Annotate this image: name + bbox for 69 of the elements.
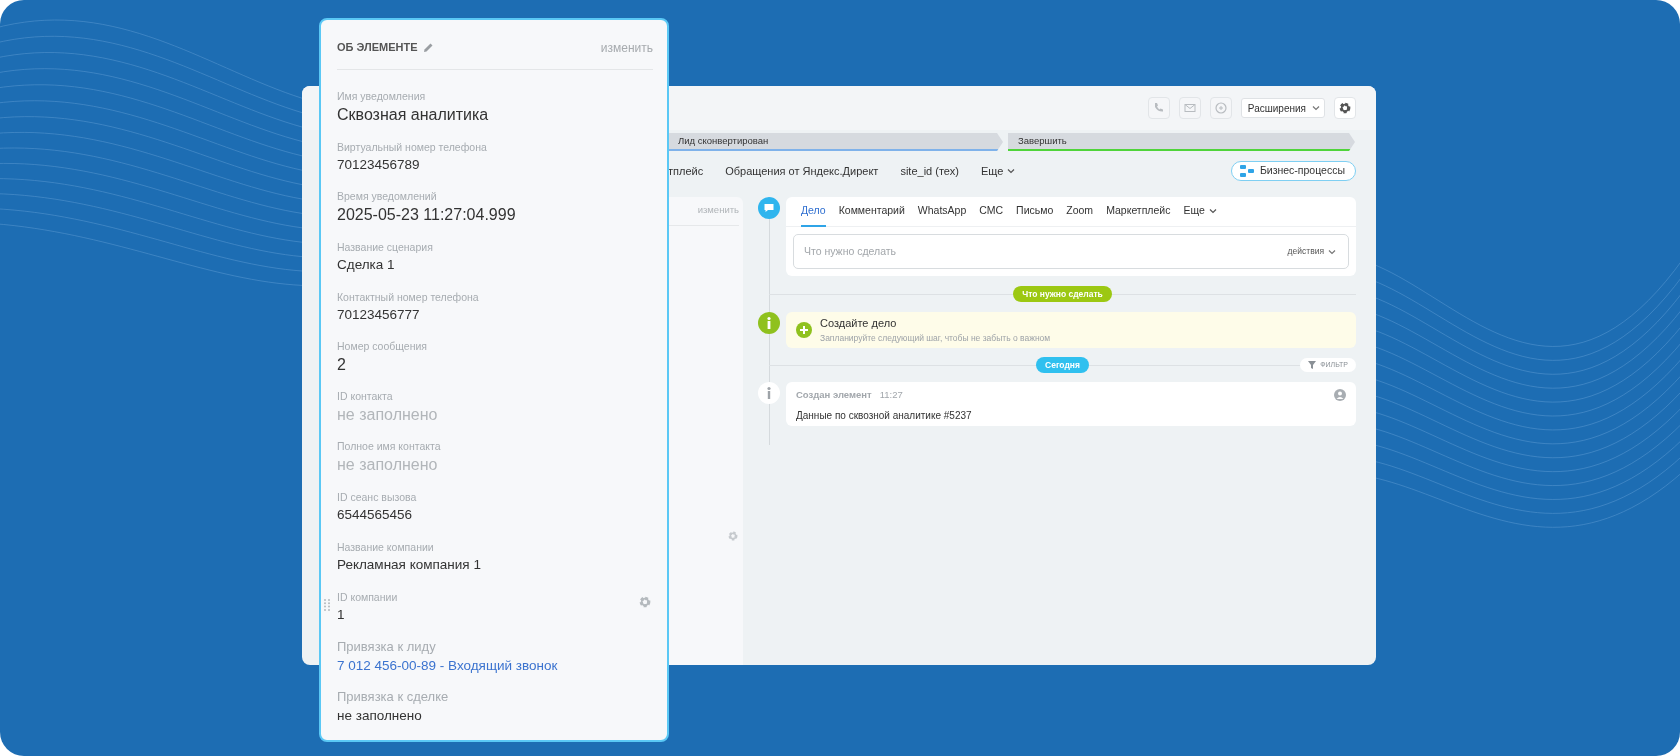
editor-tab[interactable]: Дело — [801, 196, 826, 227]
date-label: Сегодня — [1036, 356, 1089, 374]
section-tab[interactable]: тплейс — [668, 162, 704, 180]
field-label: Время уведомлений — [337, 189, 437, 204]
actions-dropdown[interactable]: действия — [1287, 245, 1336, 258]
flow-icon — [1239, 165, 1254, 177]
editor-tab[interactable]: WhatsApp — [917, 196, 967, 227]
caret-icon — [1328, 248, 1336, 255]
field-label: Имя уведомления — [337, 89, 426, 104]
panel-title: ОБ ЭЛЕМЕНТЕ — [337, 40, 418, 56]
field-value: 6544565456 — [337, 506, 413, 524]
field-label: Название компании — [337, 540, 434, 555]
field-value: Сделка 1 — [337, 256, 395, 274]
extensions-dropdown[interactable]: Расширения — [1240, 98, 1325, 118]
editor-tab[interactable]: Маркетплейс — [1106, 196, 1171, 227]
stage-step[interactable]: Лид сконвертирован — [668, 133, 1003, 151]
more-tab[interactable]: Еще — [1183, 196, 1217, 227]
field-label: ID сеанс вызова — [337, 490, 417, 505]
plus-icon — [796, 322, 812, 338]
event-text: Данные по сквозной аналитике #5237 — [796, 409, 973, 424]
field-label: Номер сообщения — [337, 339, 427, 354]
card-title: Создайте дело — [820, 316, 898, 332]
field-value: 70123456777 — [337, 306, 420, 324]
stage-step[interactable]: Завершить — [1008, 133, 1355, 151]
phone-button[interactable] — [1147, 97, 1170, 119]
pencil-icon[interactable] — [423, 42, 435, 53]
caret-icon — [1007, 168, 1016, 174]
field-label: ID компании — [337, 590, 398, 605]
section-tab[interactable]: Обращения от Яндекс.Директ — [725, 162, 879, 180]
more-tab[interactable]: Еще — [980, 162, 1016, 180]
field-value: 1 — [337, 606, 345, 624]
card-subtitle: Запланируйте следующий шаг, чтобы не забыть о важном — [820, 331, 1051, 345]
field-value: не заполнено — [337, 707, 422, 725]
field-label: Контактный номер телефона — [337, 290, 479, 305]
editor-tab[interactable]: Комментарий — [838, 196, 905, 227]
field-label: Полное имя контакта — [337, 439, 441, 454]
user-icon — [1334, 389, 1346, 401]
field-label: Виртуальный номер телефона — [337, 140, 487, 155]
settings-button[interactable] — [1334, 97, 1356, 119]
editor-tab[interactable]: Zoom — [1066, 196, 1094, 227]
create-task-card[interactable]: Создайте дело Запланируйте следующий шаг, чтобы не забыть о важном — [786, 312, 1356, 348]
field-value: не заполнено — [337, 405, 438, 425]
editor-tab[interactable]: СМС — [979, 196, 1004, 227]
todo-label: Что нужно сделать — [1013, 285, 1112, 303]
field-link[interactable]: 7 012 456-00-89 - Входящий звонок — [337, 656, 558, 676]
caret-icon — [1312, 105, 1320, 111]
business-processes-button[interactable]: Бизнес-процессы — [1230, 161, 1356, 181]
info-icon — [758, 312, 780, 334]
field-value: Рекламная компания 1 — [337, 556, 481, 574]
settings-icon[interactable] — [1339, 102, 1351, 114]
field-value: 70123456789 — [337, 156, 420, 174]
event-time: 11:27 — [879, 388, 903, 402]
field-label: Привязка к сделке — [337, 688, 449, 706]
section-tab[interactable]: site_id (тех) — [900, 162, 959, 180]
field-value: Сквозная аналитика — [337, 105, 489, 125]
filter-icon — [1308, 361, 1317, 369]
info-icon — [758, 382, 780, 404]
drag-handle-icon[interactable] — [324, 599, 330, 611]
mail-button[interactable] — [1178, 97, 1201, 119]
field-value: 2 — [337, 355, 346, 375]
field-label: Название сценария — [337, 240, 433, 255]
field-label: Привязка к лиду — [337, 638, 436, 656]
task-input[interactable]: Что нужно сделать действия — [793, 234, 1349, 269]
event-title: Создан элемент — [796, 388, 872, 402]
editor-tab[interactable]: Письмо — [1016, 196, 1054, 227]
field-value: 2025-05-23 11:27:04.999 — [337, 205, 516, 225]
field-value: не заполнено — [337, 455, 438, 475]
caret-icon — [1208, 208, 1217, 214]
field-label: ID контакта — [337, 389, 393, 404]
